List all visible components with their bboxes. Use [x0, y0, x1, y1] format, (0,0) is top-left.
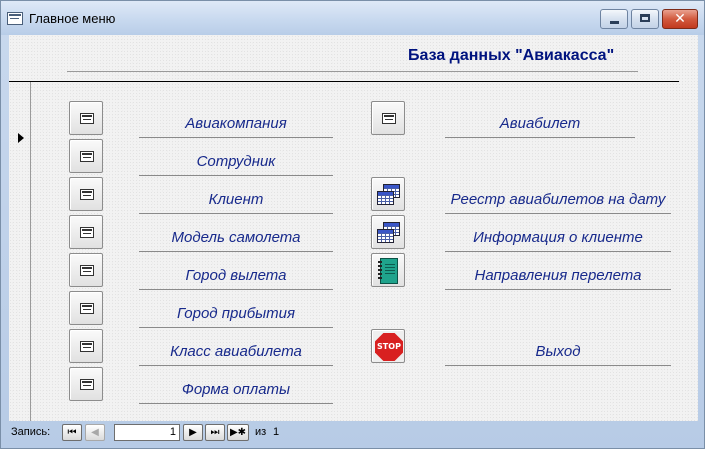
form-window-icon[interactable]	[7, 12, 23, 25]
menu-label-klient[interactable]: Клиент	[139, 191, 333, 208]
form-icon	[80, 189, 94, 200]
menu-label-gorod-vyleta[interactable]: Город вылета	[139, 267, 333, 284]
prev-record-button[interactable]: ◀	[85, 424, 105, 441]
exit-button[interactable]: STOP	[371, 329, 405, 363]
label-underline	[445, 251, 671, 252]
menu-label-info-klient[interactable]: Информация о клиенте	[445, 229, 671, 246]
current-record-input[interactable]: 1	[114, 424, 180, 441]
stop-sign-text: STOP	[377, 342, 401, 351]
close-icon: ✕	[674, 11, 686, 27]
main-menu-window: Главное меню ✕ База данных "Авиакасса" А…	[0, 0, 705, 449]
form-icon	[80, 379, 94, 390]
label-underline	[139, 213, 333, 214]
stop-icon: STOP	[375, 333, 403, 361]
current-record-arrow-icon	[18, 133, 24, 143]
label-underline	[139, 403, 333, 404]
record-selector[interactable]	[9, 82, 31, 421]
label-underline	[139, 175, 333, 176]
form-header: База данных "Авиакасса"	[9, 35, 698, 81]
form-icon	[80, 227, 94, 238]
last-record-icon: ⏭	[210, 427, 220, 438]
prev-record-icon: ◀	[91, 427, 99, 438]
label-underline	[445, 365, 671, 366]
open-klient-button[interactable]	[69, 177, 103, 211]
of-label: из	[255, 426, 267, 438]
label-underline	[445, 289, 671, 290]
next-record-icon: ▶	[189, 427, 197, 438]
open-forma-oplaty-button[interactable]	[69, 367, 103, 401]
open-model-samoleta-button[interactable]	[69, 215, 103, 249]
form-icon	[80, 151, 94, 162]
form-icon	[80, 303, 94, 314]
first-record-icon: ⏮	[67, 427, 77, 438]
header-divider	[67, 71, 638, 72]
menu-label-napravleniya[interactable]: Направления перелета	[445, 267, 671, 284]
menu-label-aviakompaniya[interactable]: Авиакомпания	[139, 115, 333, 132]
menu-label-gorod-pribytiya[interactable]: Город прибытия	[139, 305, 333, 322]
first-record-button[interactable]: ⏮	[62, 424, 82, 441]
open-aviakompaniya-button[interactable]	[69, 101, 103, 135]
label-underline	[139, 289, 333, 290]
notebook-icon	[378, 258, 398, 284]
open-gorod-pribytiya-button[interactable]	[69, 291, 103, 325]
label-underline	[445, 213, 671, 214]
new-record-icon: ▶✱	[229, 427, 247, 438]
close-button[interactable]: ✕	[662, 9, 698, 29]
open-gorod-vyleta-button[interactable]	[69, 253, 103, 287]
open-aviabilet-button[interactable]	[371, 101, 405, 135]
next-record-button[interactable]: ▶	[183, 424, 203, 441]
record-label: Запись:	[11, 426, 51, 438]
menu-label-sotrudnik[interactable]: Сотрудник	[139, 153, 333, 170]
label-underline	[445, 137, 635, 138]
label-underline	[139, 251, 333, 252]
menu-label-reestr[interactable]: Реестр авиабилетов на дату	[445, 191, 671, 208]
menu-label-aviabilet[interactable]: Авиабилет	[445, 115, 635, 132]
open-info-klient-button[interactable]	[371, 215, 405, 249]
label-underline	[139, 365, 333, 366]
open-klass-aviabileta-button[interactable]	[69, 329, 103, 363]
form-icon	[80, 265, 94, 276]
menu-label-model-samoleta[interactable]: Модель самолета	[139, 229, 333, 246]
form-icon	[80, 341, 94, 352]
form-icon	[382, 113, 396, 124]
form-icon	[80, 113, 94, 124]
last-record-button[interactable]: ⏭	[205, 424, 225, 441]
window-title: Главное меню	[29, 11, 116, 26]
maximize-button[interactable]	[631, 9, 659, 29]
title-bar[interactable]: Главное меню ✕	[1, 1, 704, 35]
report-icon	[377, 184, 401, 206]
open-napravleniya-button[interactable]	[371, 253, 405, 287]
open-reestr-button[interactable]	[371, 177, 405, 211]
menu-label-exit[interactable]: Выход	[445, 343, 671, 360]
report-icon	[377, 222, 401, 244]
section-divider	[9, 81, 679, 82]
new-record-button[interactable]: ▶✱	[227, 424, 249, 441]
record-navigation-bar: Запись: ⏮ ◀ 1 ▶ ⏭ ▶✱ из 1	[9, 421, 698, 445]
open-sotrudnik-button[interactable]	[69, 139, 103, 173]
database-title: База данных "Авиакасса"	[408, 47, 615, 64]
total-records: 1	[273, 426, 280, 438]
menu-label-klass-aviabileta[interactable]: Класс авиабилета	[139, 343, 333, 360]
label-underline	[139, 137, 333, 138]
form-body: База данных "Авиакасса" Авиакомпания Сот…	[9, 35, 698, 421]
label-underline	[139, 327, 333, 328]
minimize-button[interactable]	[600, 9, 628, 29]
menu-label-forma-oplaty[interactable]: Форма оплаты	[139, 381, 333, 398]
